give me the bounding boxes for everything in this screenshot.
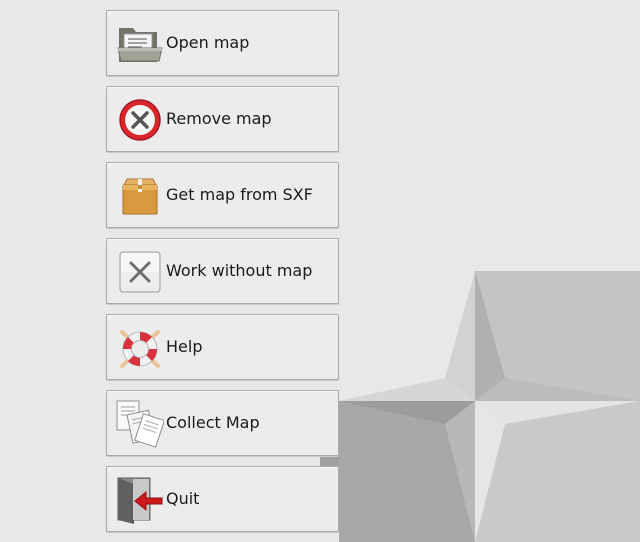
quit-button[interactable]: Quit (106, 466, 339, 532)
remove-map-button[interactable]: Remove map (106, 86, 339, 152)
work-without-map-label: Work without map (166, 261, 313, 280)
work-without-map-button[interactable]: Work without map (106, 238, 339, 304)
quit-label: Quit (166, 489, 200, 508)
exit-door-icon (116, 476, 164, 524)
cross-square-icon (116, 248, 164, 296)
lifebuoy-icon (116, 324, 164, 372)
get-map-from-sxf-button[interactable]: Get map from SXF (106, 162, 339, 228)
remove-circle-icon (116, 96, 164, 144)
remove-map-label: Remove map (166, 109, 272, 128)
folder-open-icon (116, 20, 164, 68)
get-map-from-sxf-label: Get map from SXF (166, 185, 313, 204)
open-map-label: Open map (166, 33, 250, 52)
collect-map-button[interactable]: Collect Map (106, 390, 339, 456)
help-label: Help (166, 337, 203, 356)
open-map-button[interactable]: Open map (106, 10, 339, 76)
help-button[interactable]: Help (106, 314, 339, 380)
package-box-icon (116, 172, 164, 220)
documents-stack-icon (116, 400, 164, 448)
collect-map-label: Collect Map (166, 413, 260, 432)
